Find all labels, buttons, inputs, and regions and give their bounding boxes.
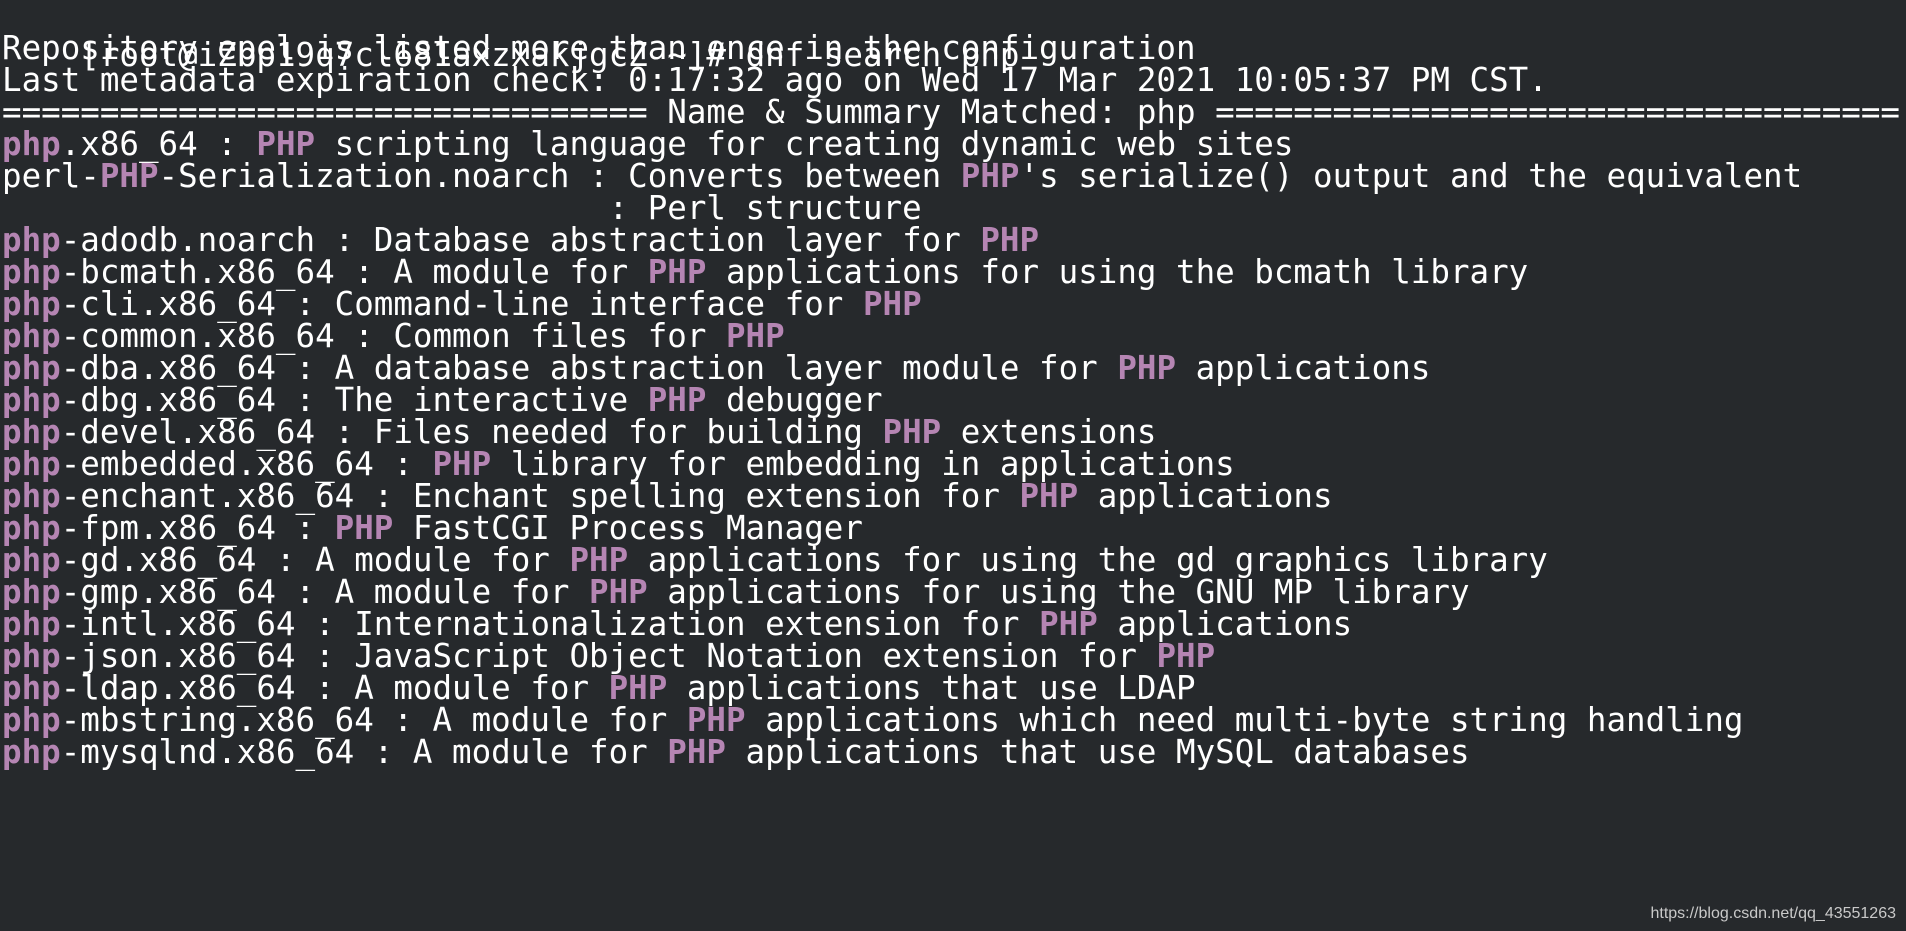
result-separator: : xyxy=(354,733,413,771)
summary-text: applications xyxy=(1078,477,1333,515)
summary-highlight: PHP xyxy=(1117,349,1177,387)
package-name-highlight: php xyxy=(2,733,61,771)
watermark: https://blog.csdn.net/qq_43551263 xyxy=(1650,905,1896,922)
summary-highlight: PHP xyxy=(960,157,1020,195)
summary-text: 's serialize() output and the equivalent xyxy=(1019,157,1803,195)
summary-text: A module for xyxy=(412,733,668,771)
summary-text: applications that use MySQL databases xyxy=(725,733,1470,771)
summary-text: applications xyxy=(1176,349,1431,387)
result-row: php-mysqlnd.x86_64 : A module for PHP ap… xyxy=(2,733,1470,772)
summary-highlight: PHP xyxy=(1019,477,1079,515)
terminal-window[interactable]: [root@iZbp19q7cl681axzxakjgcZ ~]# dnf se… xyxy=(0,0,1906,931)
package-name: php-mysqlnd.x86_64 xyxy=(2,733,354,771)
package-name-text: -mysqlnd.x86_64 xyxy=(60,733,355,771)
package-summary: A module for PHP applications that use M… xyxy=(413,733,1470,771)
summary-highlight: PHP xyxy=(862,285,922,323)
summary-highlight: PHP xyxy=(667,733,726,771)
